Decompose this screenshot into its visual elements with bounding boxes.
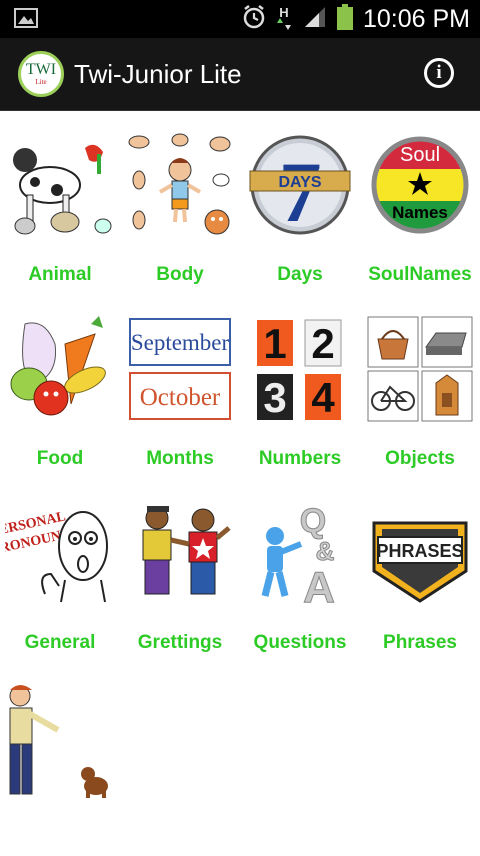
info-button[interactable]: i	[424, 58, 454, 88]
objects-picture	[360, 314, 480, 424]
category-label: Food	[36, 448, 84, 469]
category-label: Grettings	[137, 632, 223, 653]
vegetables-picture	[0, 314, 120, 424]
category-days[interactable]: 7 DAYS Days	[240, 120, 360, 304]
phrases-sign: PHRASES	[360, 498, 480, 608]
soul-names-badge: Soul Names	[360, 130, 480, 240]
app-logo[interactable]: TWI Lite	[18, 51, 64, 97]
month-cards: September October	[120, 314, 240, 424]
category-label: Body	[156, 264, 204, 285]
number-tiles: 1 2 3 4	[240, 314, 360, 424]
gallery-notification-icon	[14, 7, 38, 34]
days-word: DAYS	[279, 174, 322, 191]
category-questions[interactable]: Q & A Questions	[240, 488, 360, 672]
app-title: Twi-Junior Lite	[74, 58, 242, 89]
category-label: Animal	[28, 264, 92, 285]
month-2-text: October	[140, 384, 221, 411]
greeting-people-picture	[120, 498, 240, 608]
man-and-dog-picture	[0, 682, 120, 800]
status-bar: H 10:06 PM	[0, 0, 480, 38]
logo-subtext: Lite	[35, 78, 47, 86]
alarm-icon	[241, 4, 267, 35]
logo-text: TWI	[25, 61, 57, 78]
category-label: SoulNames	[368, 264, 472, 285]
info-icon: i	[436, 62, 442, 83]
signal-strength-icon	[301, 5, 327, 34]
month-1-text: September	[131, 330, 230, 355]
category-general[interactable]: PERSONAL PRONOUNS General	[0, 488, 120, 672]
personal-pronouns-picture: PERSONAL PRONOUNS	[0, 498, 120, 608]
category-label: Days	[277, 264, 323, 285]
seven-days-badge: 7 DAYS	[240, 130, 360, 240]
question-figure: Q & A	[240, 498, 360, 608]
category-soulnames[interactable]: Soul Names SoulNames	[360, 120, 480, 304]
category-label: Phrases	[383, 632, 457, 653]
phrases-sign-text: PHRASES	[376, 541, 463, 561]
category-animal[interactable]: Animal	[0, 120, 120, 304]
soul-top-text: Soul	[400, 144, 440, 166]
num-2: 2	[311, 320, 334, 367]
soul-bottom-text: Names	[392, 203, 448, 222]
category-months[interactable]: September October Months	[120, 304, 240, 488]
a-letter: A	[303, 563, 335, 608]
q-letter: Q	[300, 502, 326, 540]
num-3: 3	[263, 374, 286, 421]
category-objects[interactable]: Objects	[360, 304, 480, 488]
num-4: 4	[311, 374, 335, 421]
category-grettings[interactable]: Grettings	[120, 488, 240, 672]
category-food[interactable]: Food	[0, 304, 120, 488]
category-body[interactable]: Body	[120, 120, 240, 304]
category-label: General	[24, 632, 96, 653]
data-transfer-icon: H	[276, 6, 291, 30]
amp-glyph: &	[316, 536, 335, 566]
category-numbers[interactable]: 1 2 3 4 Numbers	[240, 304, 360, 488]
battery-icon	[336, 3, 353, 35]
category-label: Months	[146, 448, 214, 469]
action-bar: TWI Lite Twi-Junior Lite i	[0, 38, 480, 111]
animals-picture	[0, 130, 120, 240]
category-label: Objects	[385, 448, 455, 469]
category-label: Questions	[253, 632, 347, 653]
status-time: 10:06 PM	[362, 4, 470, 33]
category-label: Numbers	[258, 448, 342, 469]
category-man-and-dog[interactable]	[0, 672, 120, 856]
body-parts-picture	[120, 130, 240, 240]
num-1: 1	[263, 320, 286, 367]
category-phrases[interactable]: PHRASES Phrases	[360, 488, 480, 672]
